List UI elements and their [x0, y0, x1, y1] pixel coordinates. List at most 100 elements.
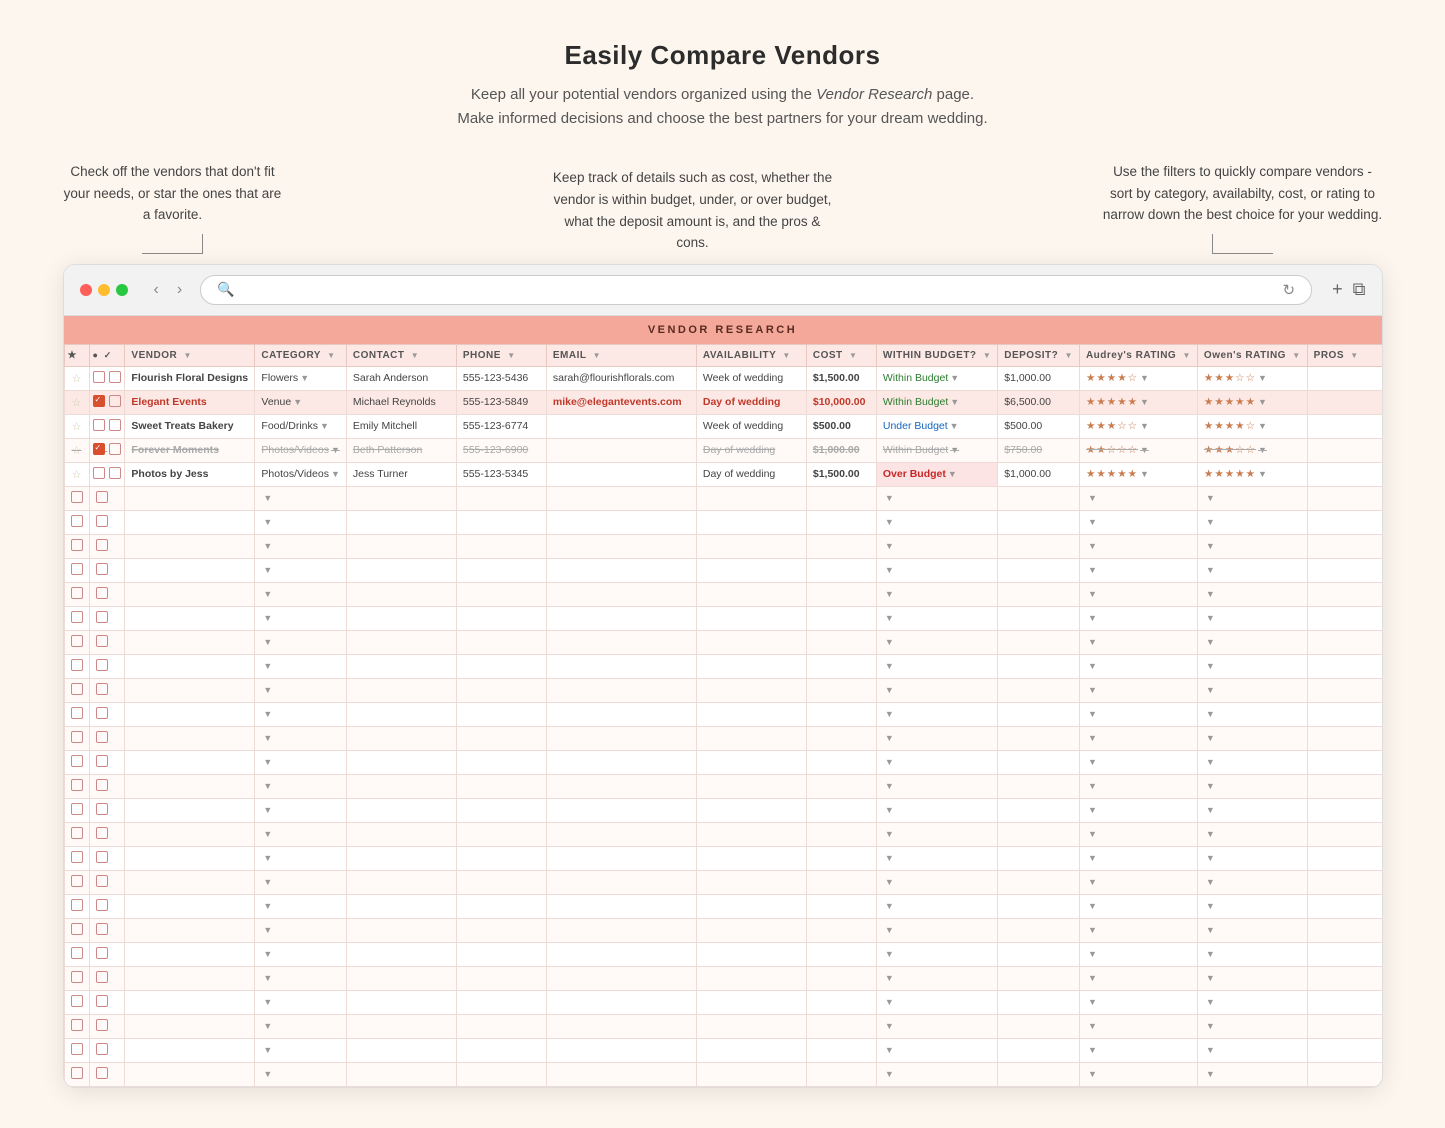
dot-green[interactable]	[116, 284, 128, 296]
check-cell[interactable]	[89, 366, 125, 390]
empty-audrey[interactable]: ▼	[1079, 750, 1197, 774]
empty-audrey[interactable]: ▼	[1079, 726, 1197, 750]
empty-star[interactable]	[64, 966, 89, 990]
category-cell[interactable]: Venue▼	[255, 390, 346, 414]
empty-audrey[interactable]: ▼	[1079, 918, 1197, 942]
empty-check[interactable]	[89, 702, 125, 726]
empty-category[interactable]: ▼	[255, 1014, 346, 1038]
th-deposit[interactable]: DEPOSIT? ▼	[998, 344, 1080, 366]
empty-owen[interactable]: ▼	[1197, 918, 1307, 942]
empty-check[interactable]	[89, 534, 125, 558]
empty-star[interactable]	[64, 894, 89, 918]
empty-category[interactable]: ▼	[255, 630, 346, 654]
empty-star[interactable]	[64, 990, 89, 1014]
empty-budget[interactable]: ▼	[876, 774, 997, 798]
empty-audrey[interactable]: ▼	[1079, 630, 1197, 654]
owen-rating-cell[interactable]: ★★★★★▼	[1197, 462, 1307, 486]
empty-budget[interactable]: ▼	[876, 630, 997, 654]
th-star[interactable]: ★	[64, 344, 89, 366]
empty-owen[interactable]: ▼	[1197, 966, 1307, 990]
empty-category[interactable]: ▼	[255, 750, 346, 774]
audrey-rating-cell[interactable]: ★★☆☆☆▼	[1079, 438, 1197, 462]
empty-owen[interactable]: ▼	[1197, 1038, 1307, 1062]
empty-audrey[interactable]: ▼	[1079, 798, 1197, 822]
empty-owen[interactable]: ▼	[1197, 750, 1307, 774]
empty-category[interactable]: ▼	[255, 822, 346, 846]
empty-budget[interactable]: ▼	[876, 798, 997, 822]
empty-budget[interactable]: ▼	[876, 870, 997, 894]
checkbox2[interactable]	[109, 419, 121, 431]
category-cell[interactable]: Photos/Videos▼	[255, 438, 346, 462]
empty-budget[interactable]: ▼	[876, 702, 997, 726]
empty-budget[interactable]: ▼	[876, 1062, 997, 1086]
empty-audrey[interactable]: ▼	[1079, 606, 1197, 630]
category-cell[interactable]: Photos/Videos▼	[255, 462, 346, 486]
budget-cell[interactable]: Within Budget▼	[876, 366, 997, 390]
star-cell[interactable]: ☆	[64, 462, 89, 486]
checkbox2[interactable]	[109, 371, 121, 383]
empty-check[interactable]	[89, 1062, 125, 1086]
th-email[interactable]: EMAIL ▼	[546, 344, 696, 366]
empty-check[interactable]	[89, 822, 125, 846]
empty-category[interactable]: ▼	[255, 534, 346, 558]
browser-search-bar[interactable]: 🔍 ↻	[200, 275, 1312, 305]
empty-category[interactable]: ▼	[255, 798, 346, 822]
empty-check[interactable]	[89, 798, 125, 822]
empty-owen[interactable]: ▼	[1197, 558, 1307, 582]
empty-audrey[interactable]: ▼	[1079, 534, 1197, 558]
empty-check[interactable]	[89, 846, 125, 870]
empty-check[interactable]	[89, 774, 125, 798]
audrey-rating-cell[interactable]: ★★★☆☆▼	[1079, 414, 1197, 438]
refresh-button[interactable]: ↻	[1283, 281, 1296, 299]
owen-rating-cell[interactable]: ★★★★★▼	[1197, 390, 1307, 414]
checkbox2[interactable]	[109, 467, 121, 479]
empty-budget[interactable]: ▼	[876, 678, 997, 702]
empty-star[interactable]	[64, 870, 89, 894]
empty-category[interactable]: ▼	[255, 1038, 346, 1062]
empty-category[interactable]: ▼	[255, 774, 346, 798]
empty-owen[interactable]: ▼	[1197, 942, 1307, 966]
empty-check[interactable]	[89, 918, 125, 942]
empty-star[interactable]	[64, 654, 89, 678]
empty-check[interactable]	[89, 630, 125, 654]
empty-star[interactable]	[64, 822, 89, 846]
empty-budget[interactable]: ▼	[876, 534, 997, 558]
empty-star[interactable]	[64, 798, 89, 822]
empty-owen[interactable]: ▼	[1197, 894, 1307, 918]
empty-star[interactable]	[64, 678, 89, 702]
empty-owen[interactable]: ▼	[1197, 510, 1307, 534]
search-input[interactable]	[243, 282, 1275, 297]
empty-check[interactable]	[89, 1038, 125, 1062]
check-cell[interactable]	[89, 438, 125, 462]
empty-budget[interactable]: ▼	[876, 606, 997, 630]
empty-star[interactable]	[64, 510, 89, 534]
empty-star[interactable]	[64, 750, 89, 774]
empty-check[interactable]	[89, 966, 125, 990]
check-cell[interactable]	[89, 414, 125, 438]
category-cell[interactable]: Flowers▼	[255, 366, 346, 390]
empty-audrey[interactable]: ▼	[1079, 822, 1197, 846]
nav-forward-button[interactable]: ›	[171, 279, 188, 301]
budget-cell[interactable]: Under Budget▼	[876, 414, 997, 438]
empty-audrey[interactable]: ▼	[1079, 510, 1197, 534]
budget-cell[interactable]: Within Budget▼	[876, 390, 997, 414]
check-cell[interactable]	[89, 462, 125, 486]
empty-owen[interactable]: ▼	[1197, 534, 1307, 558]
empty-owen[interactable]: ▼	[1197, 990, 1307, 1014]
empty-star[interactable]	[64, 1062, 89, 1086]
th-availability[interactable]: AVAILABILITY ▼	[696, 344, 806, 366]
add-tab-button[interactable]: +	[1332, 279, 1343, 300]
empty-audrey[interactable]: ▼	[1079, 558, 1197, 582]
empty-audrey[interactable]: ▼	[1079, 870, 1197, 894]
empty-audrey[interactable]: ▼	[1079, 678, 1197, 702]
empty-owen[interactable]: ▼	[1197, 822, 1307, 846]
empty-budget[interactable]: ▼	[876, 582, 997, 606]
empty-owen[interactable]: ▼	[1197, 798, 1307, 822]
empty-star[interactable]	[64, 606, 89, 630]
empty-category[interactable]: ▼	[255, 702, 346, 726]
empty-audrey[interactable]: ▼	[1079, 1062, 1197, 1086]
empty-audrey[interactable]: ▼	[1079, 582, 1197, 606]
empty-budget[interactable]: ▼	[876, 750, 997, 774]
empty-category[interactable]: ▼	[255, 654, 346, 678]
empty-category[interactable]: ▼	[255, 942, 346, 966]
